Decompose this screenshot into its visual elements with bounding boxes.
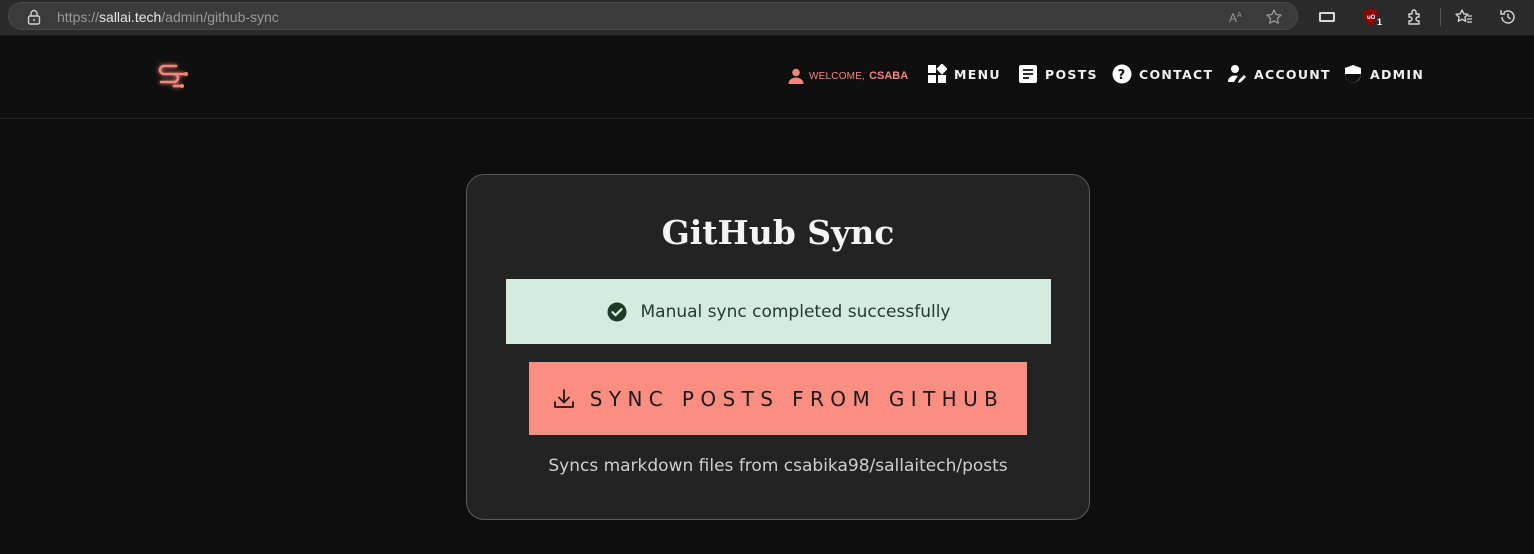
nav-menu-label: MENU [954,66,1001,82]
nav-account[interactable]: ACCOUNT [1227,64,1331,84]
welcome-user: WELCOME, CSABA [787,67,908,85]
help-icon: ? [1112,64,1132,84]
svg-text:?: ? [1118,68,1127,83]
lock-icon[interactable] [27,9,41,25]
check-circle-icon [607,302,626,321]
download-icon [553,388,574,408]
address-bar[interactable]: https://sallai.tech/admin/github-sync A … [8,2,1298,30]
sync-button-label: SYNC POSTS FROM GITHUB [589,386,1005,411]
manage-account-icon [1228,65,1246,83]
page-title: GitHub Sync [661,213,895,252]
sync-posts-button[interactable]: SYNC POSTS FROM GITHUB [529,362,1027,435]
read-aloud-icon[interactable]: A A [1227,8,1245,26]
favorites-icon[interactable] [1454,7,1474,27]
sync-source-note: Syncs markdown files from csabika98/sall… [548,456,1008,476]
article-icon [1019,65,1037,83]
welcome-user-name: CSABA [869,70,909,82]
toolbar-divider [1440,8,1441,26]
nav-menu[interactable]: MENU [927,64,1001,84]
nav-admin[interactable]: ADMIN [1343,64,1424,84]
nav-contact-label: CONTACT [1139,66,1214,82]
welcome-label: WELCOME, [809,70,866,82]
svg-text:A: A [1237,12,1242,19]
nav-posts-label: POSTS [1045,66,1098,82]
nav-admin-label: ADMIN [1370,66,1425,82]
history-icon[interactable] [1498,7,1518,27]
admin-shield-icon [1345,65,1361,83]
nav-contact[interactable]: ? CONTACT [1112,64,1213,84]
browser-toolbar: https://sallai.tech/admin/github-sync A … [0,0,1534,36]
github-sync-card: GitHub Sync Manual sync completed succes… [466,174,1090,520]
alert-message: Manual sync completed successfully [640,301,951,322]
dashboard-icon [928,64,947,83]
favorite-star-icon[interactable] [1265,8,1283,26]
site-header: WELCOME, CSABA MENU POSTS ? CONTACT ACCO… [0,36,1534,119]
svg-text:A: A [1229,11,1237,25]
url-text[interactable]: https://sallai.tech/admin/github-sync [57,9,279,25]
ublock-extension[interactable]: uO 1 [1362,6,1385,30]
nav-account-label: ACCOUNT [1254,66,1331,82]
nav-posts[interactable]: POSTS [1018,64,1098,84]
split-screen-icon[interactable] [1317,7,1337,27]
success-alert: Manual sync completed successfully [506,279,1051,344]
user-icon [788,68,804,84]
extensions-puzzle-icon[interactable] [1405,7,1425,27]
extension-badge: 1 [1375,17,1385,27]
sallai-logo[interactable] [154,60,194,94]
